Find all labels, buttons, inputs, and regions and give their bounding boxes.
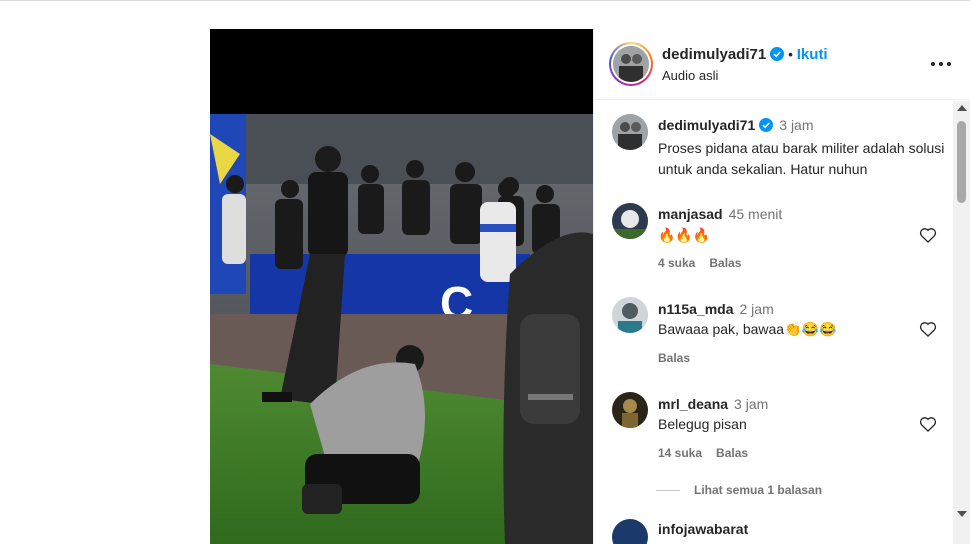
view-replies-button[interactable]: Lihat semua 1 balasan bbox=[656, 483, 822, 497]
comment-time: 2 jam bbox=[739, 301, 774, 317]
like-heart-icon[interactable] bbox=[918, 319, 938, 339]
scroll-down-arrow-icon[interactable] bbox=[957, 511, 967, 517]
post-side-panel: dedimulyadi71 • Ikuti Audio asli dedimulya… bbox=[593, 29, 970, 544]
comment-avatar[interactable] bbox=[612, 203, 648, 239]
comment-likes[interactable]: 14 suka bbox=[658, 446, 702, 460]
separator-dot: • bbox=[788, 47, 793, 62]
reply-button[interactable]: Balas bbox=[658, 351, 690, 365]
comment-author-name[interactable]: n115a_mda bbox=[658, 301, 734, 317]
caption-author-name[interactable]: dedimulyadi71 bbox=[658, 117, 755, 133]
follow-button[interactable]: Ikuti bbox=[797, 46, 828, 63]
like-heart-icon[interactable] bbox=[918, 225, 938, 245]
reply-button[interactable]: Balas bbox=[709, 256, 741, 270]
comment-meta: 14 suka Balas bbox=[658, 446, 762, 460]
comment-author-name[interactable]: manjasad bbox=[658, 206, 723, 222]
comment-time: 3 jam bbox=[734, 396, 769, 412]
video-frame: C bbox=[210, 114, 593, 544]
reply-button[interactable]: Balas bbox=[716, 446, 748, 460]
page-top-border bbox=[0, 0, 970, 1]
more-options-icon[interactable] bbox=[930, 54, 952, 74]
comment-author-name[interactable]: mrl_deana bbox=[658, 396, 728, 412]
comment-author-line: n115a_mda 2 jam bbox=[658, 301, 774, 317]
caption-author-avatar[interactable] bbox=[612, 114, 648, 150]
comment-avatar[interactable] bbox=[612, 392, 648, 428]
caption-text: Proses pidana atau barak militer adalah … bbox=[658, 140, 945, 177]
comment-author-line: mrl_deana 3 jam bbox=[658, 396, 768, 412]
comment-text: Belegug pisan bbox=[658, 416, 747, 432]
comment-author-line: manjasad 45 menit bbox=[658, 206, 782, 222]
video-player[interactable]: C bbox=[210, 29, 593, 544]
comments-scrollbar[interactable] bbox=[953, 101, 970, 544]
comment-avatar[interactable] bbox=[612, 519, 648, 544]
comment-text: Bawaaa pak, bawaa👏😂😂 bbox=[658, 321, 837, 337]
author-avatar-image bbox=[613, 46, 649, 82]
verified-badge-icon bbox=[759, 118, 774, 132]
comment-text: 🔥🔥🔥 bbox=[658, 227, 711, 243]
post-author-line: dedimulyadi71 • Ikuti bbox=[662, 46, 828, 63]
comment-author-name[interactable]: infojawabarat bbox=[658, 521, 748, 537]
caption-time: 3 jam bbox=[779, 117, 814, 133]
comment-likes[interactable]: 4 suka bbox=[658, 256, 695, 270]
post-author-name[interactable]: dedimulyadi71 bbox=[662, 46, 766, 63]
comments-list: dedimulyadi71 3 jam Proses pidana atau ba… bbox=[594, 101, 970, 544]
video-scene-illustration: C bbox=[210, 114, 593, 544]
verified-badge-icon bbox=[770, 47, 785, 61]
comment-meta: Balas bbox=[658, 351, 704, 365]
scroll-up-arrow-icon[interactable] bbox=[957, 105, 967, 111]
post-header: dedimulyadi71 • Ikuti Audio asli bbox=[594, 29, 970, 100]
like-heart-icon[interactable] bbox=[918, 414, 938, 434]
video-letterbox bbox=[210, 29, 593, 114]
author-avatar[interactable] bbox=[609, 42, 653, 86]
scroll-thumb[interactable] bbox=[957, 121, 966, 203]
comment-meta: 4 suka Balas bbox=[658, 256, 755, 270]
comment-avatar[interactable] bbox=[612, 297, 648, 333]
audio-label[interactable]: Audio asli bbox=[662, 68, 718, 83]
caption-author-line: dedimulyadi71 3 jam bbox=[658, 117, 814, 133]
comment-time: 45 menit bbox=[728, 206, 783, 222]
